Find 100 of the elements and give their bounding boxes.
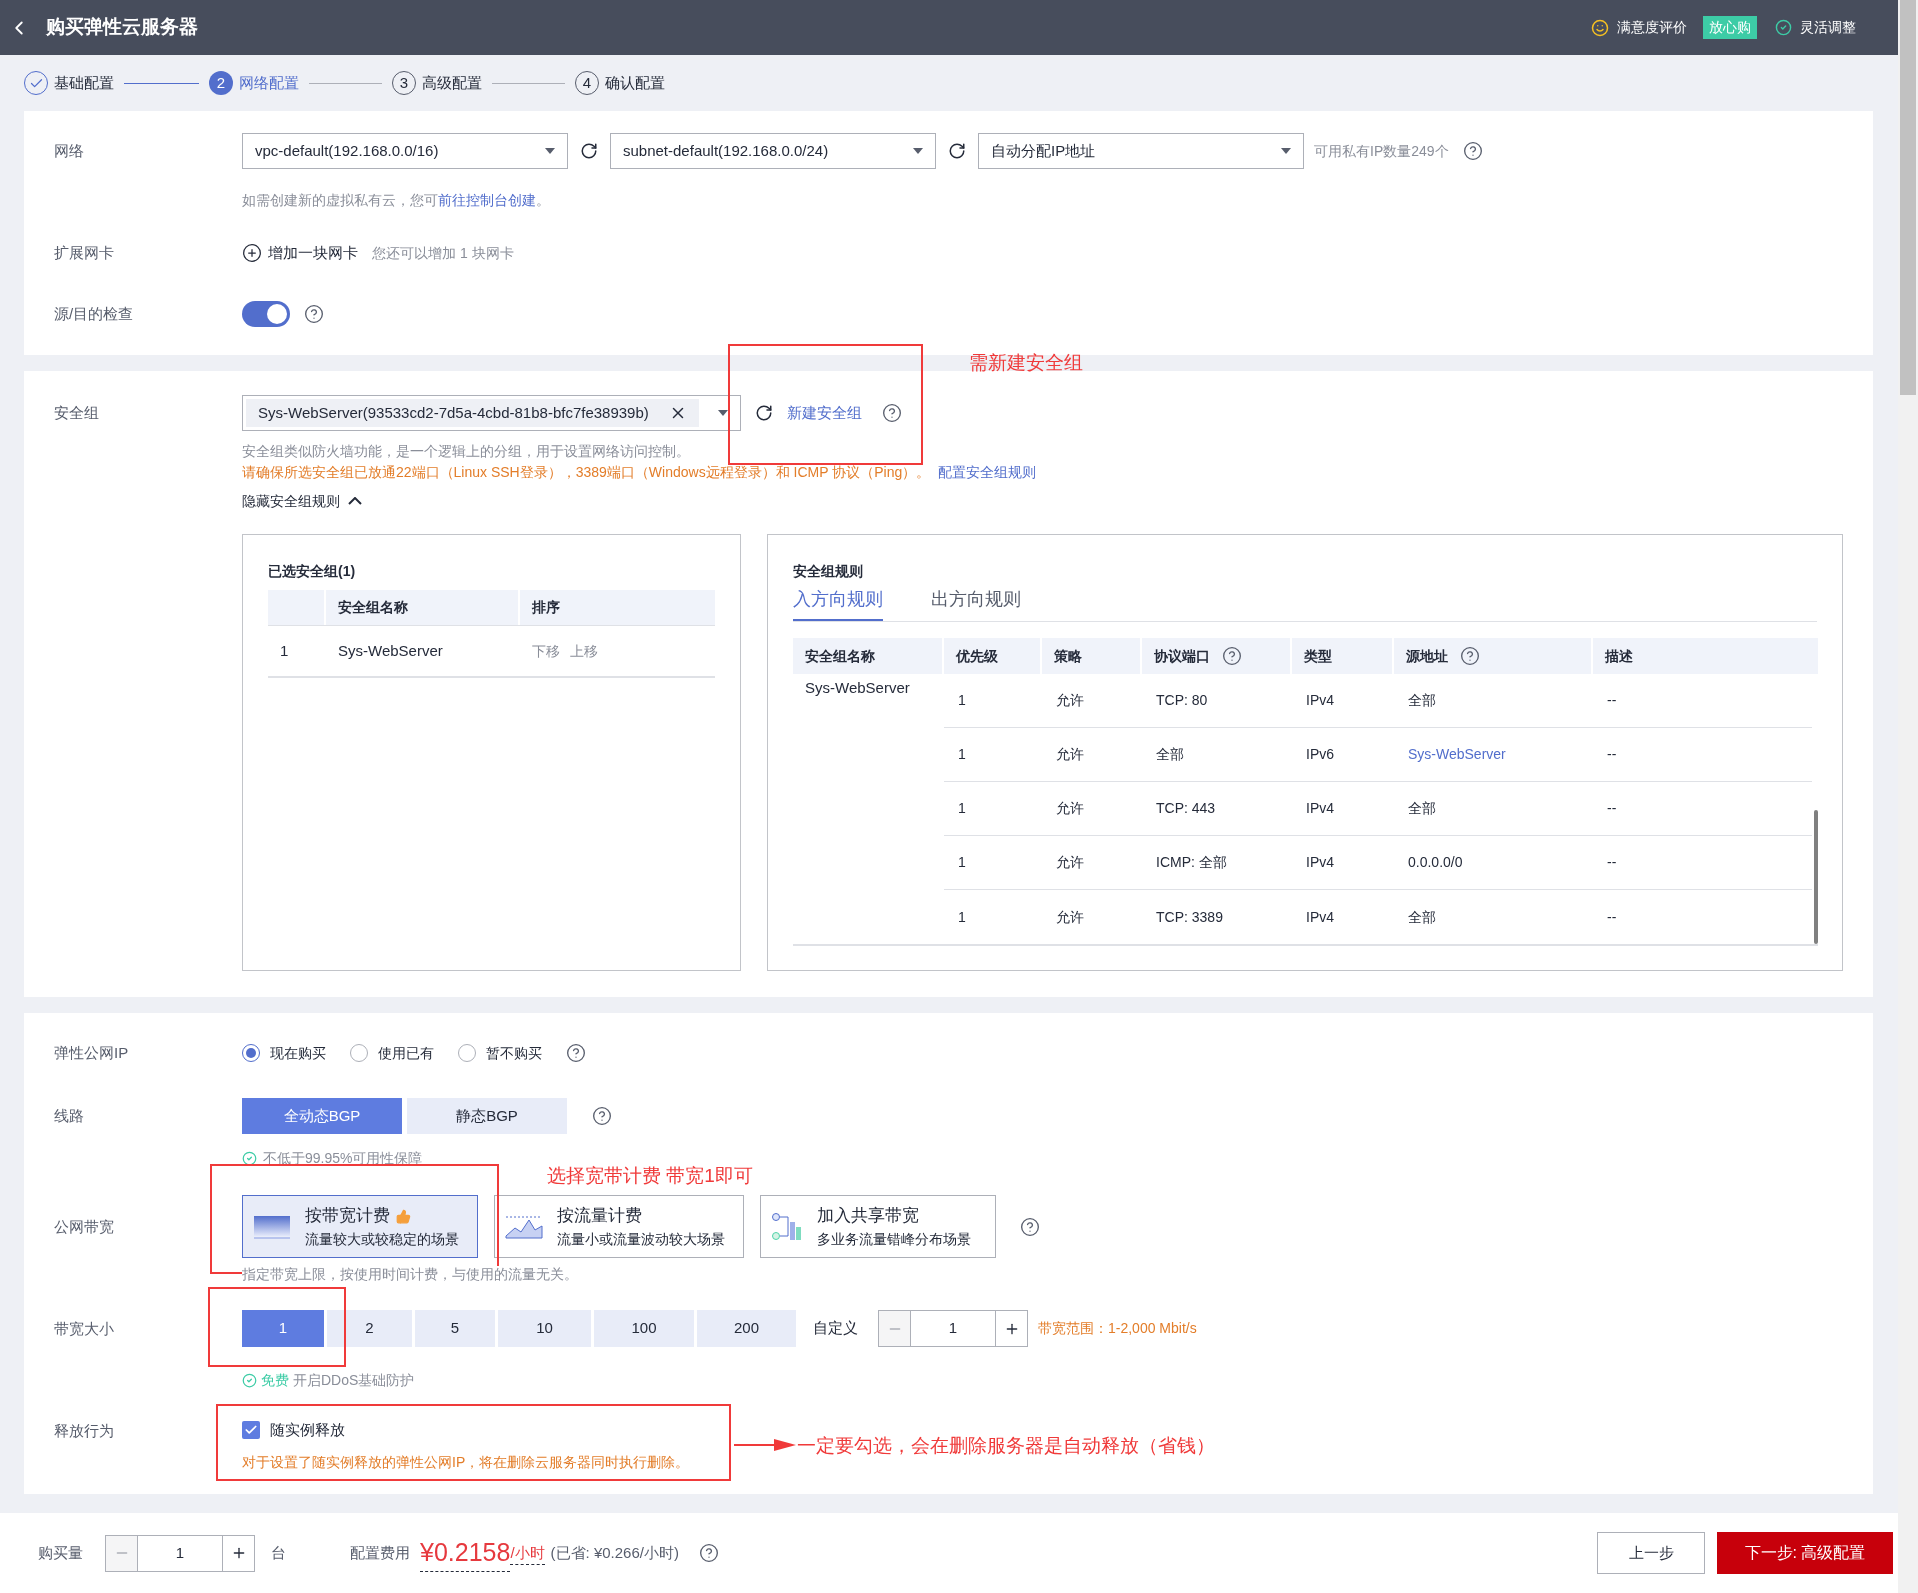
group-name: Sys-WebServer [805, 679, 910, 696]
hide-rules-toggle[interactable]: 隐藏安全组规则 [242, 491, 362, 512]
quantity-label: 购买量 [38, 1542, 83, 1563]
select-field[interactable]: subnet-default(192.168.0.0/24) [610, 133, 936, 169]
quantity-stepper[interactable]: 1 [105, 1534, 255, 1572]
unit-label: 台 [271, 1542, 286, 1563]
toggle-switch[interactable] [242, 301, 290, 327]
field-label: 弹性公网IP [54, 1044, 129, 1061]
bandwidth-size-option[interactable]: 5 [415, 1310, 495, 1347]
panel-title: 已选安全组(1) [268, 562, 356, 581]
refresh-icon[interactable] [580, 142, 598, 160]
help-icon[interactable] [1462, 141, 1483, 161]
warning-text: 请确保所选安全组已放通22端口（Linux SSH登录），3389端口（Windows远程登录）和 ICMP 协议（Ping）。 配置安全组规则 [242, 463, 1038, 482]
source-link[interactable]: Sys-WebServer [1408, 746, 1506, 762]
create-group-link[interactable]: 新建安全组 [787, 401, 862, 425]
help-icon[interactable] [1020, 1216, 1040, 1237]
table-cell: 全部 [1408, 908, 1436, 925]
caret-icon [545, 148, 555, 154]
step-label: 高级配置 [422, 72, 482, 93]
table-cell: 1 [280, 641, 289, 659]
billing-option[interactable]: 按流量计费 流量小或流量波动较大场景 [494, 1195, 744, 1258]
table-cell: 允许 [1056, 800, 1084, 816]
table-cell: 允许 [1056, 692, 1084, 708]
table-cell: TCP: 3389 [1156, 908, 1223, 925]
table-cell: IPv4 [1306, 800, 1334, 816]
custom-label: 自定义 [813, 1318, 858, 1339]
rules-tab[interactable]: 入方向规则 [793, 586, 883, 621]
table-cell: ICMP: 全部 [1156, 854, 1227, 870]
table-cell: -- [1607, 746, 1617, 762]
add-nic-button[interactable]: 增加一块网卡 [242, 241, 358, 265]
table-cell: 0.0.0.0/0 [1408, 854, 1463, 870]
saved-text: (已省: ¥0.266/小时) [550, 1542, 679, 1563]
stepper-value: 1 [174, 1542, 186, 1563]
nic-note: 您还可以增加 1 块网卡 [372, 243, 514, 263]
price-unit: /小时 [510, 1541, 545, 1565]
help-icon[interactable] [592, 1106, 612, 1126]
select-field[interactable]: 自动分配IP地址 [978, 133, 1304, 169]
console-link[interactable]: 前往控制台创建 [438, 192, 536, 208]
security-group-select[interactable]: Sys-WebServer(93533cd2-7d5a-4cbd-81b8-bfc7fe38939b) [242, 395, 741, 431]
page-scrollbar[interactable] [1898, 0, 1918, 1593]
column-header: 策略 [1054, 646, 1082, 666]
step-label: 网络配置 [239, 72, 299, 93]
table-cell: Sys-WebServer [338, 641, 443, 659]
scrollbar-thumb[interactable] [1814, 810, 1818, 944]
bar-chart-icon [253, 1213, 291, 1240]
column-header: 源地址 [1406, 646, 1448, 666]
line-option[interactable]: 全动态BGP [242, 1098, 402, 1134]
bandwidth-size-option[interactable]: 200 [697, 1310, 796, 1347]
column-header: 优先级 [956, 646, 998, 666]
refresh-icon[interactable] [948, 142, 966, 160]
check-circle-icon [242, 1151, 257, 1166]
billing-option[interactable]: 按带宽计费 流量较大或较稳定的场景 [242, 1195, 478, 1258]
field-label: 扩展网卡 [54, 244, 114, 261]
table-cell: 1 [958, 692, 966, 708]
rules-tab[interactable]: 出方向规则 [931, 586, 1021, 621]
select-field[interactable]: vpc-default(192.168.0.0/16) [242, 133, 568, 169]
radio-label: 现在购买 [270, 1043, 326, 1063]
table-cell: IPv4 [1306, 692, 1334, 708]
line-option[interactable]: 静态BGP [407, 1098, 567, 1134]
panel-title: 安全组规则 [793, 562, 863, 581]
badge: 放心购 [1703, 16, 1757, 39]
table-cell: 1 [958, 746, 966, 762]
refresh-icon[interactable] [755, 404, 773, 422]
table-cell: -- [1607, 854, 1617, 870]
bandwidth-size-option[interactable]: 100 [594, 1310, 694, 1347]
price: ¥0.2158 [420, 1533, 511, 1573]
table-cell: 全部 [1408, 800, 1436, 816]
option-title: 按流量计费 [557, 1205, 642, 1228]
bandwidth-size-option[interactable]: 2 [327, 1310, 412, 1347]
annotation-text: 一定要勾选，会在删除服务器是自动释放（省钱） [797, 1434, 1215, 1458]
satisfaction-link[interactable]: 满意度评价 [1617, 17, 1687, 38]
step-number: 2 [209, 71, 233, 95]
help-icon[interactable] [1222, 646, 1242, 666]
column-header: 排序 [532, 599, 560, 615]
table-cell: TCP: 80 [1156, 692, 1208, 708]
bandwidth-size-option[interactable]: 10 [498, 1310, 591, 1347]
configure-rules-link[interactable]: 配置安全组规则 [938, 464, 1037, 480]
flexible-link[interactable]: 灵活调整 [1800, 17, 1856, 38]
bandwidth-stepper[interactable]: 1 [878, 1310, 1028, 1347]
help-icon[interactable] [566, 1043, 586, 1063]
help-icon[interactable] [698, 1543, 719, 1563]
previous-button[interactable]: 上一步 [1597, 1532, 1705, 1574]
help-icon[interactable] [882, 403, 902, 423]
checkbox[interactable] [242, 1421, 260, 1440]
move-link[interactable]: 上移 [570, 640, 598, 662]
annotation-arrow [734, 1438, 796, 1452]
billing-option[interactable]: 加入共享带宽 多业务流量错峰分布场景 [760, 1195, 996, 1258]
table-cell: -- [1607, 908, 1617, 925]
table-cell: 1 [958, 800, 966, 816]
next-button[interactable]: 下一步: 高级配置 [1717, 1532, 1893, 1574]
caret-icon [1281, 148, 1291, 154]
network-icon [771, 1211, 803, 1242]
caret-icon [913, 148, 923, 154]
help-icon[interactable] [304, 304, 324, 324]
tag-text: Sys-WebServer(93533cd2-7d5a-4cbd-81b8-bfc7fe38939b) [258, 402, 649, 423]
bandwidth-size-option[interactable]: 1 [242, 1310, 324, 1347]
table-cell: -- [1607, 800, 1617, 816]
field-label: 释放行为 [54, 1422, 114, 1439]
page-title: 购买弹性云服务器 [46, 15, 198, 40]
help-icon[interactable] [1460, 646, 1480, 666]
